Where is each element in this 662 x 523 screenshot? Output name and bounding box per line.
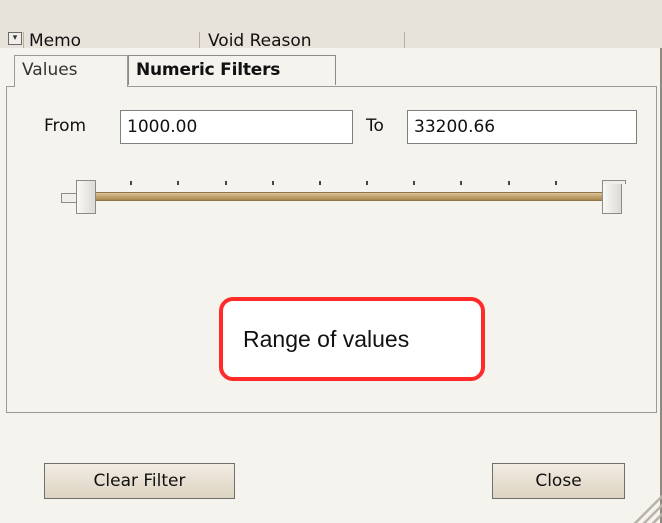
slider-min-stub [61,193,77,203]
slider-tick [177,181,180,185]
slider-tick [413,181,416,185]
slider-tick [318,181,321,185]
range-slider-track[interactable] [76,188,606,206]
slider-tick [554,181,557,185]
to-input[interactable] [407,110,637,144]
slider-max-thumb[interactable] [602,180,622,214]
filter-dropdown-icon[interactable]: ▾ [8,32,22,45]
slider-tick [271,181,274,185]
from-label: From [44,116,87,136]
resize-grip-icon[interactable] [632,493,662,523]
slider-tick [130,181,133,185]
slider-tick [224,181,227,185]
close-button[interactable]: Close [492,463,625,499]
to-label: To [366,116,384,136]
slider-min-thumb[interactable] [76,180,96,214]
range-slider-bar [76,192,606,201]
clear-filter-button[interactable]: Clear Filter [44,463,235,499]
slider-tick [460,181,463,185]
from-input[interactable] [120,110,353,144]
range-callout: Range of values [219,297,485,381]
slider-max-cap [602,180,626,184]
tab-numeric-filters[interactable]: Numeric Filters [128,55,336,85]
slider-tick [507,181,510,185]
tab-values[interactable]: Values [14,55,128,87]
slider-tick [366,181,369,185]
